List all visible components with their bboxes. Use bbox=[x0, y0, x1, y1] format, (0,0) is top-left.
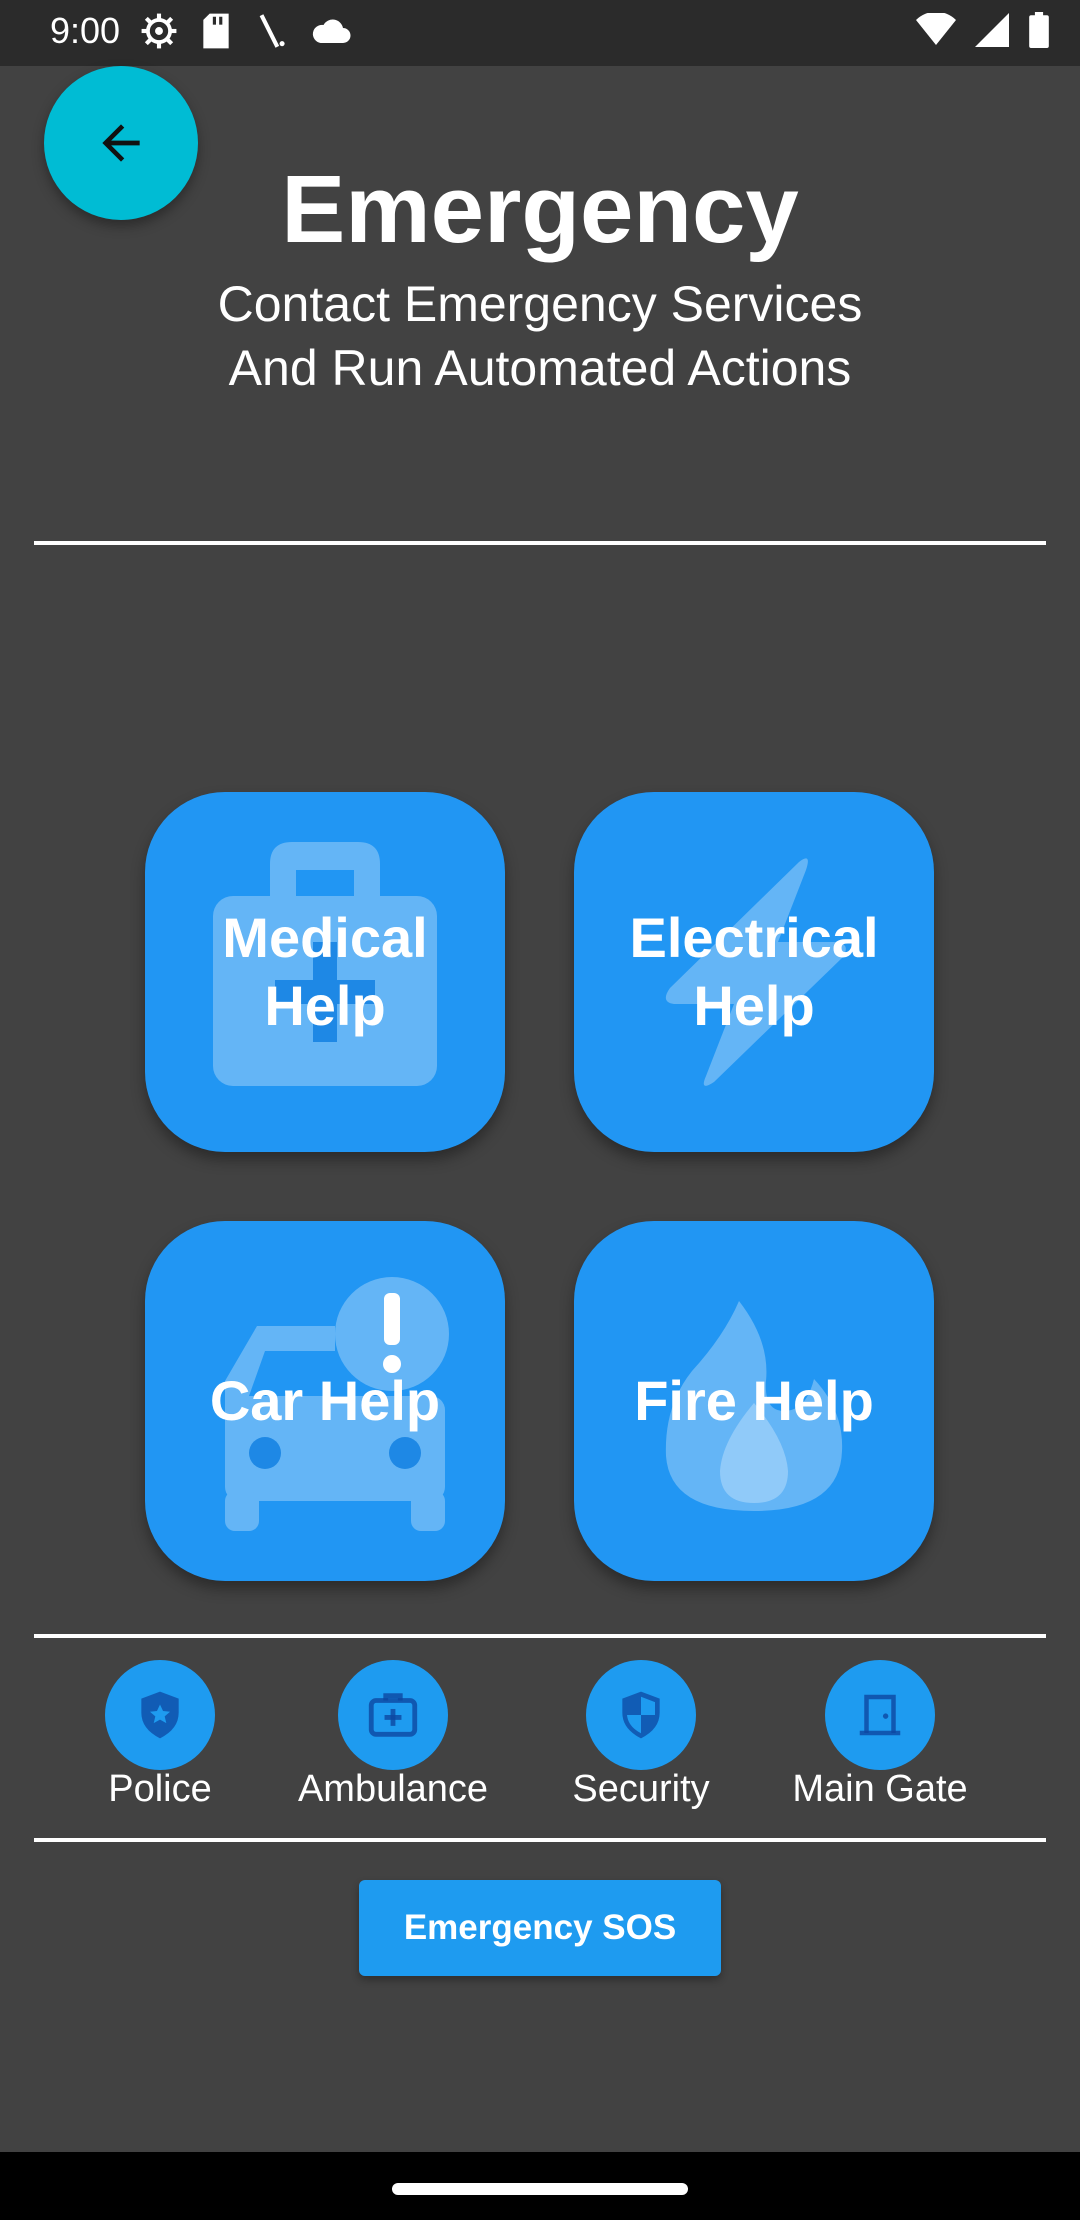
page-title: Emergency bbox=[281, 156, 799, 263]
subtitle-line-2: And Run Automated Actions bbox=[228, 340, 852, 396]
top-divider bbox=[34, 541, 1046, 545]
status-bar: 9:00 bbox=[0, 0, 1080, 66]
electrical-help-label: Electrical Help bbox=[629, 906, 879, 1037]
police-shield-icon bbox=[141, 1691, 179, 1739]
police-label: Police bbox=[108, 1768, 212, 1810]
status-time: 9:00 bbox=[50, 10, 121, 51]
medical-help-label: Medical Help bbox=[222, 906, 428, 1037]
battery-icon bbox=[1029, 12, 1049, 48]
main-gate-contact-button[interactable]: Main Gate bbox=[770, 1650, 990, 1820]
security-label: Security bbox=[572, 1768, 710, 1810]
fire-help-tile[interactable]: Fire Help bbox=[574, 1221, 934, 1581]
cloud-icon bbox=[312, 19, 351, 43]
status-system-icons bbox=[916, 12, 1050, 48]
medical-help-tile[interactable]: Medical Help bbox=[145, 792, 505, 1152]
police-contact-button[interactable]: Police bbox=[50, 1650, 270, 1820]
security-contact-button[interactable]: Security bbox=[531, 1650, 751, 1820]
no-signal-slash-icon bbox=[259, 14, 285, 48]
security-icon-circle bbox=[586, 1660, 696, 1770]
ambulance-icon-circle bbox=[338, 1660, 448, 1770]
main-gate-label: Main Gate bbox=[792, 1768, 968, 1810]
subtitle-line-1: Contact Emergency Services bbox=[217, 276, 863, 332]
wifi-icon bbox=[916, 13, 956, 45]
main-gate-icon-circle bbox=[825, 1660, 935, 1770]
car-help-tile[interactable]: Car Help bbox=[145, 1221, 505, 1581]
bottom-divider bbox=[34, 1838, 1046, 1842]
cell-signal-icon bbox=[975, 13, 1009, 47]
sd-card-icon bbox=[203, 13, 229, 49]
police-icon-circle bbox=[105, 1660, 215, 1770]
status-notification-icons bbox=[140, 12, 352, 50]
emergency-contacts-row: Police Ambulance Security Main Gate bbox=[34, 1650, 1046, 1820]
middle-divider bbox=[34, 1634, 1046, 1638]
ambulance-label: Ambulance bbox=[297, 1768, 489, 1810]
first-aid-kit-icon bbox=[368, 1693, 418, 1737]
emergency-sos-button[interactable]: Emergency SOS bbox=[359, 1880, 721, 1976]
ambulance-contact-button[interactable]: Ambulance bbox=[283, 1650, 503, 1820]
door-icon bbox=[859, 1694, 901, 1736]
security-shield-icon bbox=[622, 1691, 660, 1739]
home-gesture-handle[interactable] bbox=[392, 2183, 688, 2195]
electrical-help-tile[interactable]: Electrical Help bbox=[574, 792, 934, 1152]
fire-help-label: Fire Help bbox=[634, 1369, 874, 1432]
settings-gear-icon bbox=[141, 13, 177, 49]
car-help-label: Car Help bbox=[209, 1369, 441, 1432]
page-subtitle: Contact Emergency Services And Run Autom… bbox=[0, 272, 1080, 400]
